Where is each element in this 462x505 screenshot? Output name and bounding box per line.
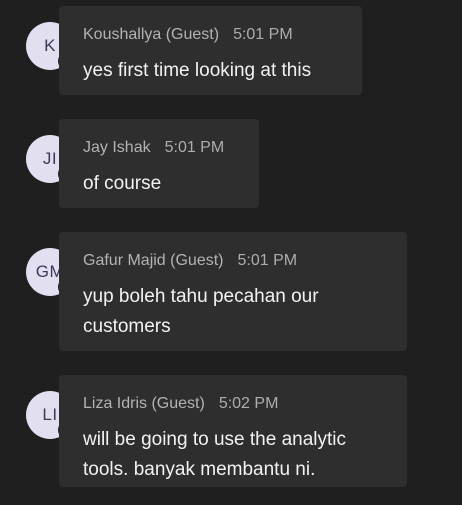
message-header: Jay Ishak 5:01 PM [83, 139, 224, 157]
avatar-initials: JI [42, 149, 58, 168]
message-timestamp: 5:01 PM [237, 252, 298, 269]
message-bubble[interactable]: Liza Idris (Guest) 5:02 PM will be going … [59, 375, 407, 487]
message-bubble[interactable]: Jay Ishak 5:01 PM of course [59, 119, 259, 208]
message-text: yup boleh tahu pecahan our customers [83, 286, 319, 337]
message-timestamp: 5:01 PM [233, 26, 293, 43]
author-name[interactable]: Gafur Majid (Guest) [83, 252, 223, 269]
message-header: Liza Idris (Guest) 5:02 PM [83, 395, 278, 413]
avatar-initials: K [44, 36, 56, 55]
message-bubble[interactable]: Gafur Majid (Guest) 5:01 PM yup boleh tah… [59, 232, 407, 351]
message-timestamp: 5:01 PM [164, 139, 225, 156]
message-timestamp: 5:02 PM [218, 395, 279, 412]
message-header: Koushallya (Guest) 5:01 PM [83, 26, 293, 44]
message-text: will be going to use the analytic tools.… [83, 429, 346, 480]
message-text: of course [83, 173, 162, 194]
author-name[interactable]: Jay Ishak [83, 139, 151, 156]
author-name[interactable]: Liza Idris (Guest) [83, 395, 205, 412]
message-text: yes first time looking at this [83, 60, 312, 81]
author-name[interactable]: Koushallya (Guest) [83, 26, 219, 43]
message-header: Gafur Majid (Guest) 5:01 PM [83, 252, 297, 270]
message-bubble[interactable]: Koushallya (Guest) 5:01 PM yes first time… [59, 6, 362, 95]
chat-message-list: K Koushallya (Guest) 5:01 PM yes first ti… [0, 0, 462, 505]
avatar-initials: LI [42, 405, 58, 424]
